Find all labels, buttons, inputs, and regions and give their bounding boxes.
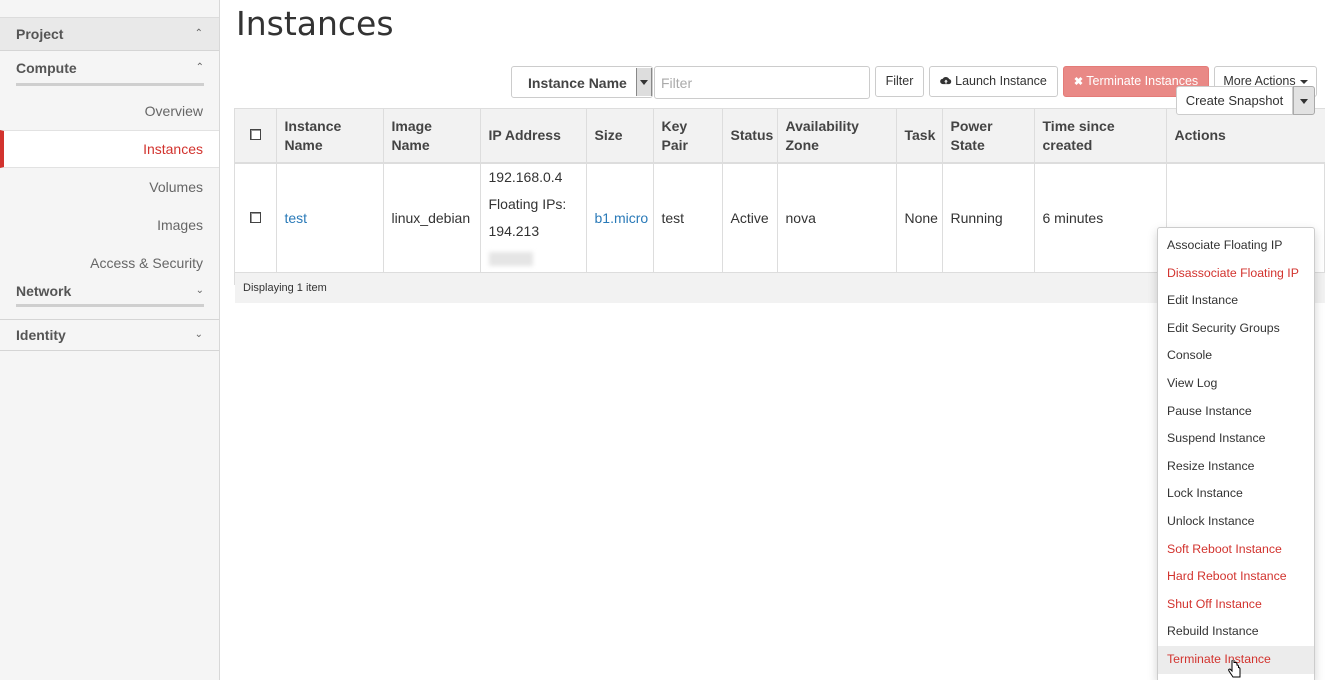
select-all-checkbox[interactable] [249, 129, 261, 140]
instance-name-link[interactable]: test [285, 210, 308, 226]
menu-item-rebuild-instance[interactable]: Rebuild Instance [1158, 618, 1314, 646]
fixed-ip: 192.168.0.4 [488, 169, 563, 185]
column-header-power[interactable]: Power State [942, 109, 1035, 164]
menu-item-soft-reboot-instance[interactable]: Soft Reboot Instance [1158, 536, 1314, 564]
filter-field-label: Instance Name [528, 75, 627, 91]
menu-item-unlock-instance[interactable]: Unlock Instance [1158, 508, 1314, 536]
ip-address-cell: 192.168.0.4 Floating IPs: 194.213 [480, 163, 587, 273]
redacted-ip-blur [488, 252, 533, 267]
power-state-cell: Running [942, 163, 1035, 273]
sidebar-section-label: Compute [16, 60, 77, 76]
menu-item-suspend-instance[interactable]: Suspend Instance [1158, 425, 1314, 453]
menu-item-view-log[interactable]: View Log [1158, 370, 1314, 398]
menu-item-disassociate-floating-ip[interactable]: Disassociate Floating IP [1158, 260, 1314, 288]
column-header-time[interactable]: Time since created [1034, 109, 1167, 164]
close-icon: ✖ [1073, 76, 1084, 88]
sidebar-section-network[interactable]: Network ⌄ [16, 278, 204, 307]
filter-field-select[interactable]: Instance Name [511, 66, 653, 98]
menu-item-hard-reboot-instance[interactable]: Hard Reboot Instance [1158, 563, 1314, 591]
sidebar-item-instances[interactable]: Instances [0, 130, 219, 168]
page-title: Instances [236, 4, 394, 43]
menu-item-console[interactable]: Console [1158, 342, 1314, 370]
zone-cell: nova [777, 163, 897, 273]
sidebar: Project ⌃ Compute ⌃ Overview Instances V… [0, 0, 220, 680]
column-header-image[interactable]: Image Name [383, 109, 481, 164]
menu-item-resize-instance[interactable]: Resize Instance [1158, 453, 1314, 481]
table-header-row: Instance Name Image Name IP Address Size… [235, 109, 1325, 164]
filter-input[interactable] [654, 66, 870, 99]
chevron-up-icon: ⌃ [195, 62, 204, 73]
sidebar-section-label: Identity [16, 327, 66, 343]
hand-cursor-icon [1228, 660, 1241, 678]
menu-item-pause-instance[interactable]: Pause Instance [1158, 398, 1314, 426]
menu-item-associate-floating-ip[interactable]: Associate Floating IP [1158, 232, 1314, 260]
column-header-task[interactable]: Task [896, 109, 943, 164]
column-header-actions: Actions [1166, 109, 1325, 164]
sidebar-item-images[interactable]: Images [0, 206, 219, 244]
launch-instance-label: Launch Instance [955, 74, 1047, 88]
row-actions-menu: Associate Floating IP Disassociate Floati… [1157, 227, 1315, 680]
column-header-name[interactable]: Instance Name [276, 109, 384, 164]
column-header-status[interactable]: Status [722, 109, 778, 164]
row-actions-dropdown-toggle[interactable] [1293, 86, 1315, 115]
caret-down-icon [1299, 79, 1308, 84]
sidebar-section-compute[interactable]: Compute ⌃ [16, 51, 204, 86]
column-header-ip[interactable]: IP Address [480, 109, 587, 164]
column-header-zone[interactable]: Availability Zone [777, 109, 897, 164]
menu-item-lock-instance[interactable]: Lock Instance [1158, 480, 1314, 508]
cloud-upload-icon [940, 77, 952, 85]
flavor-link[interactable]: b1.micro [595, 210, 649, 226]
sidebar-item-overview[interactable]: Overview [0, 92, 219, 130]
time-created-cell: 6 minutes [1034, 163, 1167, 273]
sidebar-item-access-security[interactable]: Access & Security [0, 244, 219, 278]
floating-ip-label: Floating IPs: [488, 196, 567, 212]
filter-button[interactable]: Filter [875, 66, 924, 97]
column-header-size[interactable]: Size [586, 109, 654, 164]
menu-item-edit-security-groups[interactable]: Edit Security Groups [1158, 315, 1314, 343]
menu-item-shut-off-instance[interactable]: Shut Off Instance [1158, 591, 1314, 619]
keypair-cell: test [653, 163, 723, 273]
column-header-keypair[interactable]: Key Pair [653, 109, 723, 164]
launch-instance-button[interactable]: Launch Instance [929, 66, 1058, 97]
task-cell: None [896, 163, 943, 273]
create-snapshot-button[interactable]: Create Snapshot [1176, 86, 1293, 115]
main-content: Instances Instance Name Filter Launch In… [220, 0, 1340, 680]
menu-item-edit-instance[interactable]: Edit Instance [1158, 287, 1314, 315]
sidebar-item-volumes[interactable]: Volumes [0, 168, 219, 206]
floating-ip: 194.213 [488, 223, 540, 239]
chevron-down-icon: ⌄ [194, 329, 203, 340]
chevron-up-icon: ⌃ [194, 28, 203, 39]
sidebar-section-project[interactable]: Project ⌃ [0, 18, 219, 51]
caret-down-icon[interactable] [636, 68, 652, 96]
image-name-cell: linux_debian [383, 163, 481, 273]
status-cell: Active [722, 163, 778, 273]
chevron-down-icon: ⌄ [195, 285, 204, 296]
sidebar-section-label: Project [16, 26, 64, 42]
row-checkbox[interactable] [249, 212, 261, 223]
sidebar-section-label: Network [16, 283, 72, 299]
sidebar-section-identity[interactable]: Identity ⌄ [0, 319, 219, 351]
